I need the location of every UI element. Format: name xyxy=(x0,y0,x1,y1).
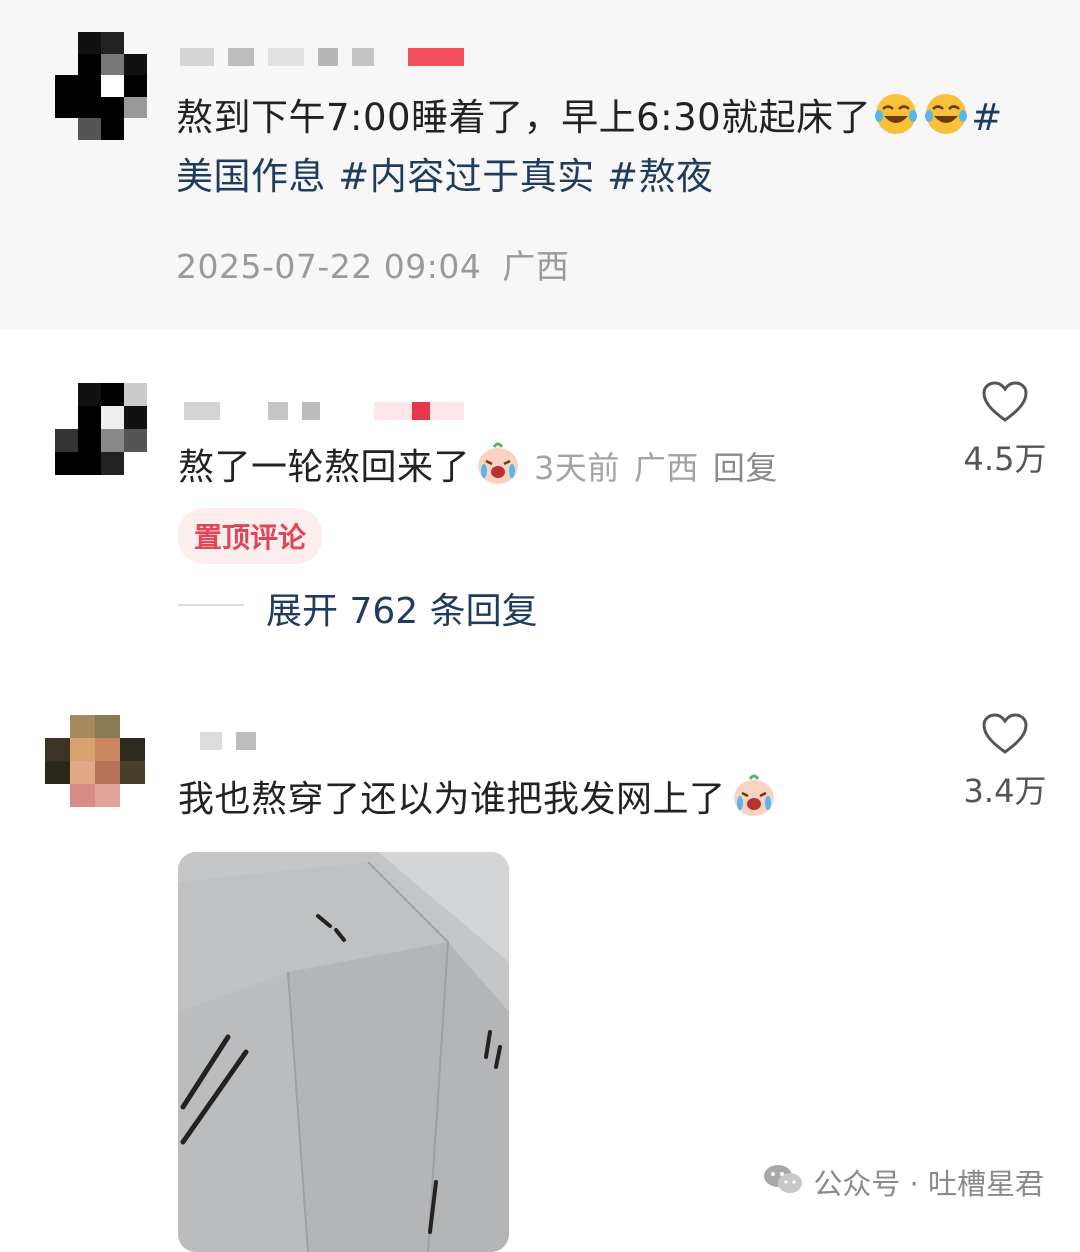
comment-text: 熬了一轮熬回来了 xyxy=(178,447,471,488)
comment-time: 3天前 xyxy=(534,449,620,487)
avatar[interactable] xyxy=(55,383,147,475)
wechat-icon xyxy=(763,1162,803,1203)
like-count: 4.5万 xyxy=(963,440,1047,478)
like-count: 3.4万 xyxy=(963,772,1047,810)
heart-icon[interactable] xyxy=(981,381,1029,428)
post-text-line1: 熬到下午7:00睡着了，早上6:30就起床了 xyxy=(176,96,872,139)
post-location: 广西 xyxy=(502,247,570,286)
post-meta: 2025-07-22 09:04 广西 xyxy=(176,240,569,288)
expand-replies-button[interactable]: 展开 762 条回复 xyxy=(266,582,538,634)
username-blurred[interactable] xyxy=(184,402,464,420)
comment-body: 我也熬穿了还以为谁把我发网上了 xyxy=(178,770,778,828)
hashtag-link[interactable]: # xyxy=(971,96,1003,139)
comment-body: 熬了一轮熬回来了 3天前 广西 回复 xyxy=(178,438,778,496)
avatar[interactable] xyxy=(55,32,147,140)
comment-photo[interactable] xyxy=(178,852,509,1252)
watermark-text: 公众号 · 吐槽星君 xyxy=(813,1167,1044,1201)
laughing-emoji-icon xyxy=(874,92,918,136)
hashtag-link[interactable]: #内容过于真实 xyxy=(338,155,595,198)
crying-face-emoji-icon xyxy=(730,771,778,828)
hashtag-link[interactable]: #熬夜 xyxy=(607,155,714,198)
avatar[interactable] xyxy=(45,715,145,807)
post-card: 熬到下午7:00睡着了，早上6:30就起床了 # 美国作息 #内容过于真实 #熬夜… xyxy=(0,0,1080,330)
like-button[interactable]: 4.5万 xyxy=(960,380,1050,480)
divider xyxy=(178,604,244,606)
username-blurred[interactable] xyxy=(180,48,464,66)
post-timestamp: 2025-07-22 09:04 xyxy=(176,247,482,286)
heart-icon[interactable] xyxy=(981,713,1029,760)
comment-location: 广西 xyxy=(633,449,699,487)
username-blurred[interactable] xyxy=(200,732,256,750)
reply-button[interactable]: 回复 xyxy=(713,449,778,487)
like-button[interactable]: 3.4万 xyxy=(960,712,1050,812)
hashtag-link[interactable]: 美国作息 xyxy=(176,155,326,198)
crying-face-emoji-icon xyxy=(474,439,522,496)
post-body: 熬到下午7:00睡着了，早上6:30就起床了 # 美国作息 #内容过于真实 #熬夜 xyxy=(176,88,1056,206)
comment-text: 我也熬穿了还以为谁把我发网上了 xyxy=(178,779,726,820)
laughing-emoji-icon xyxy=(924,92,968,136)
pinned-badge: 置顶评论 xyxy=(178,508,323,564)
watermark: 公众号 · 吐槽星君 xyxy=(763,1161,1044,1203)
